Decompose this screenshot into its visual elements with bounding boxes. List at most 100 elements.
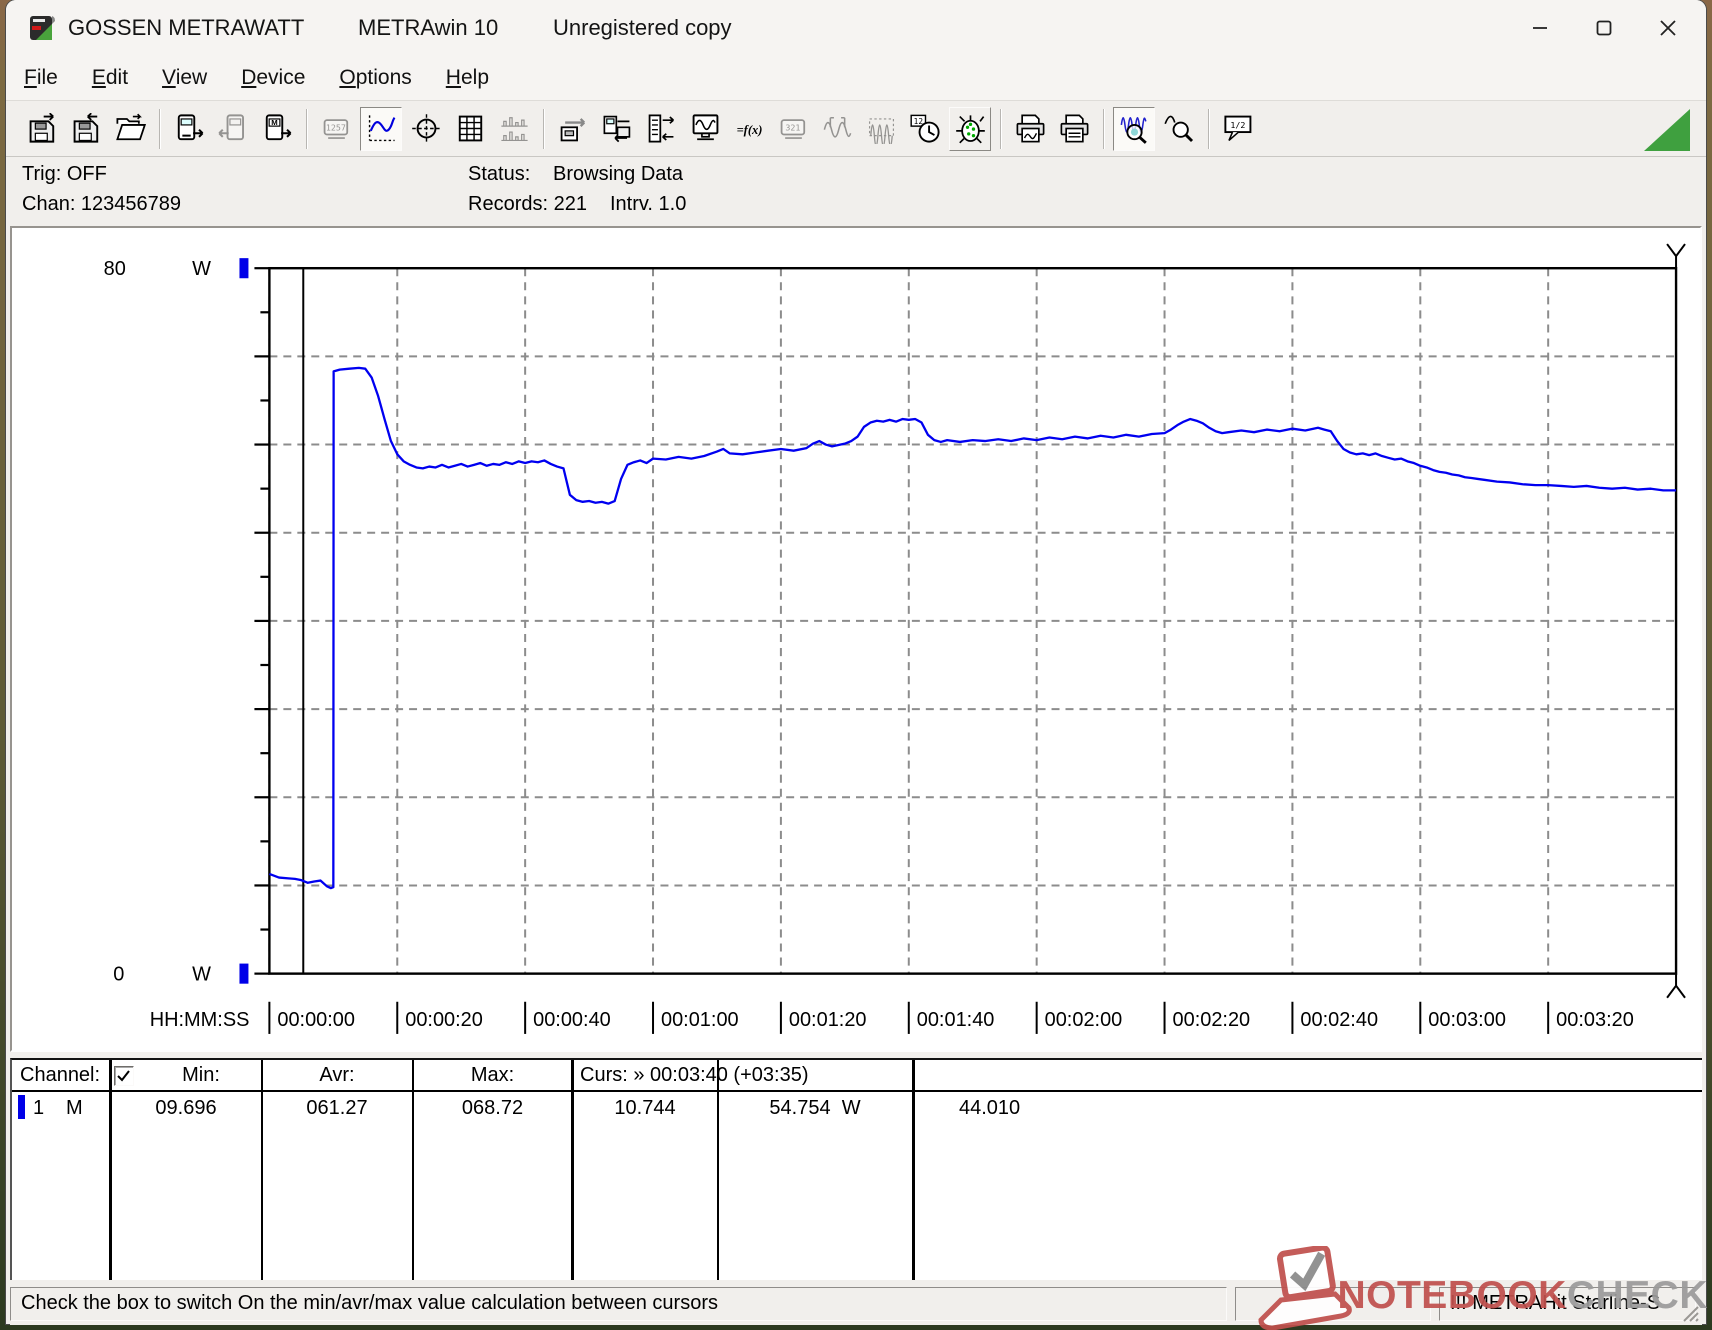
title-license: Unregistered copy	[553, 15, 732, 40]
debug-log-button[interactable]	[949, 106, 991, 151]
channel-status: Chan: 123456789	[22, 193, 182, 215]
x-tick-label: 00:00:40	[533, 1009, 611, 1031]
toolbar-separator	[306, 108, 307, 149]
read-memory-button[interactable]: M	[257, 108, 297, 150]
x-tick-label: 00:03:00	[1428, 1009, 1506, 1031]
maximize-button[interactable]	[1572, 0, 1636, 56]
cursor2-unit: W	[841, 1097, 861, 1119]
table-view-button[interactable]	[450, 108, 490, 150]
header-avr: Avr:	[319, 1064, 355, 1086]
display-321-button: 321	[773, 108, 813, 150]
cell-cursor1-value: 10.744	[614, 1097, 676, 1119]
toolbar-separator	[1103, 108, 1104, 149]
close-icon	[1660, 20, 1676, 36]
print-chart-button[interactable]	[1010, 108, 1050, 150]
x-tick-label: 00:02:00	[1045, 1009, 1123, 1031]
x-axis-format-label: HH:MM:SS	[150, 1009, 250, 1031]
cursor2-bottom-marker[interactable]	[1666, 973, 1686, 999]
display-1257-button: 1257	[316, 108, 356, 150]
window-controls	[1508, 0, 1700, 56]
save-as-button[interactable]	[66, 108, 106, 150]
close-button[interactable]	[1636, 0, 1700, 56]
table-divider	[912, 1060, 915, 1280]
cell-channel-number: 1	[33, 1097, 45, 1119]
title-app-name: METRAwin 10	[358, 15, 499, 40]
menu-file[interactable]: File	[24, 66, 58, 90]
time-settings-button[interactable]: 12	[905, 108, 945, 150]
table-divider	[717, 1060, 719, 1280]
header-min: Min:	[182, 1064, 220, 1086]
title-bar: GOSSEN METRAWATT METRAwin 10 Unregistere…	[6, 0, 1706, 56]
cell-channel-mode: M	[66, 1097, 83, 1119]
toolbar-separator	[1208, 108, 1209, 149]
maximize-icon	[1596, 20, 1612, 36]
status-message: Check the box to switch On the min/avr/m…	[10, 1287, 1227, 1321]
table-divider	[109, 1060, 112, 1280]
wave-envelope-button	[861, 108, 901, 150]
menu-edit[interactable]: Edit	[92, 66, 128, 90]
y-max-label: 80	[104, 258, 126, 280]
minimize-icon	[1533, 27, 1547, 29]
cell-min: 09.696	[155, 1097, 217, 1119]
cursor2-number: 54.754	[769, 1097, 831, 1119]
table-header-divider	[12, 1090, 1702, 1092]
app-logo-icon	[30, 16, 55, 40]
online-monitor-button[interactable]	[685, 108, 725, 150]
minmax-checkbox[interactable]	[114, 1066, 134, 1086]
channel-list-button[interactable]	[641, 108, 681, 150]
table-divider	[412, 1060, 414, 1280]
annotation-button[interactable]: 1/2	[1218, 108, 1258, 150]
menu-view[interactable]: View	[162, 66, 207, 90]
measurement-table: Channel: Min: Avr: Max: Curs: » 00:03:40…	[10, 1058, 1702, 1280]
status-value: Browsing Data	[553, 163, 684, 185]
x-tick-label: 00:00:00	[277, 1009, 355, 1031]
yt-chart-view-button[interactable]	[360, 106, 402, 151]
y-unit-top-label: W	[192, 258, 211, 280]
toolbar-separator	[1000, 108, 1001, 149]
menu-device[interactable]: Device	[241, 66, 305, 90]
menu-help[interactable]: Help	[446, 66, 489, 90]
save-file-button[interactable]	[22, 108, 62, 150]
power-curve	[268, 366, 1677, 890]
open-file-button[interactable]	[110, 108, 150, 150]
check-icon	[117, 1070, 130, 1082]
status-device: !!! METRAHit Starline-S	[1439, 1287, 1696, 1321]
table-divider	[571, 1060, 574, 1280]
read-device-button[interactable]	[169, 108, 209, 150]
svg-text:=f(x): =f(x)	[736, 123, 762, 137]
zoom-curve-button[interactable]	[1159, 108, 1199, 150]
write-device-button	[213, 108, 253, 150]
acquisition-info-panel: Trig: OFF Chan: 123456789 Status: Browsi…	[6, 157, 1706, 226]
y-min-label: 0	[113, 964, 124, 986]
minimize-button[interactable]	[1508, 0, 1572, 56]
app-window: GOSSEN METRAWATT METRAwin 10 Unregistere…	[6, 0, 1706, 1325]
chart-plot-area[interactable]: 00:00:00 00:00:20 00:00:40 00:01:00 00:01:20…	[12, 228, 1700, 1050]
device-config-button[interactable]	[597, 108, 637, 150]
zoom-signal-button[interactable]	[1113, 106, 1155, 151]
cell-cursor2-value: 54.754 W	[720, 1097, 910, 1120]
x-tick-label: 00:00:20	[405, 1009, 483, 1031]
trigger-status: Trig: OFF	[22, 163, 107, 185]
x-tick-label: 00:01:20	[789, 1009, 867, 1031]
toolbar-separator	[159, 108, 160, 149]
export-data-button[interactable]	[553, 108, 593, 150]
x-tick-label: 00:03:20	[1556, 1009, 1634, 1031]
toolbar-expand-triangle[interactable]	[1644, 109, 1690, 151]
records-count: Records: 221	[468, 193, 587, 215]
table-divider	[261, 1060, 263, 1280]
channel-marker-top	[239, 258, 249, 279]
formula-button[interactable]: =f(x)	[729, 108, 769, 150]
cell-avr: 061.27	[306, 1097, 368, 1119]
cell-cursor-delta: 44.010	[959, 1097, 1021, 1119]
xy-view-button[interactable]	[406, 108, 446, 150]
cell-max: 068.72	[461, 1097, 524, 1119]
resize-grip[interactable]	[1680, 1303, 1700, 1323]
wave-cursors-button	[817, 108, 857, 150]
statistics-view-button	[494, 108, 534, 150]
status-segment-empty	[1235, 1287, 1431, 1321]
print-report-button[interactable]	[1054, 108, 1094, 150]
interval-value: Intrv. 1.0	[610, 193, 687, 215]
chart-panel: 00:00:00 00:00:20 00:00:40 00:01:00 00:01:20…	[10, 226, 1702, 1052]
cursor2-top-marker[interactable]	[1666, 243, 1686, 269]
menu-options[interactable]: Options	[339, 66, 411, 90]
